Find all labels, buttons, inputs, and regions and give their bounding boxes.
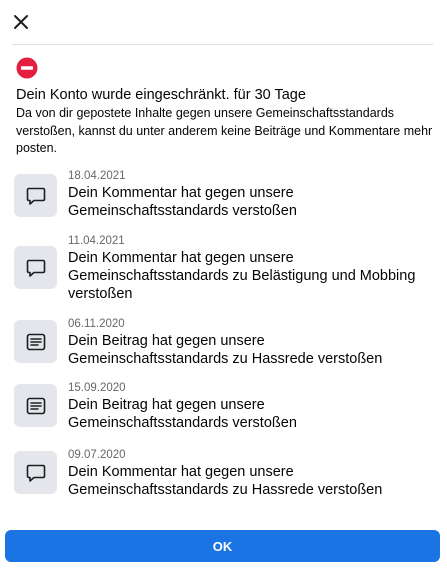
violation-date: 11.04.2021	[68, 235, 125, 247]
restriction-headline: Dein Konto wurde eingeschränkt. für 30 T…	[16, 87, 306, 103]
violation-title: Dein Kommentar hat gegen unsere Gemeinsc…	[68, 185, 297, 219]
header-divider	[12, 44, 433, 45]
violation-date: 06.11.2020	[68, 318, 125, 330]
close-button[interactable]	[9, 10, 33, 34]
violation-title: Dein Kommentar hat gegen unsere Gemeinsc…	[68, 250, 416, 302]
comment-icon	[14, 174, 57, 217]
violation-date: 15.09.2020	[68, 382, 126, 394]
comment-icon	[14, 246, 57, 289]
no-entry-icon	[16, 57, 38, 79]
comment-icon	[14, 451, 57, 494]
post-icon	[14, 384, 57, 427]
post-icon	[14, 320, 57, 363]
restriction-description: Da von dir gepostete Inhalte gegen unser…	[16, 106, 433, 155]
close-icon	[14, 15, 28, 29]
ok-button[interactable]: OK	[5, 530, 440, 562]
violation-title: Dein Beitrag hat gegen unsere Gemeinscha…	[68, 397, 297, 431]
violation-date: 18.04.2021	[68, 170, 126, 182]
violation-title: Dein Beitrag hat gegen unsere Gemeinscha…	[68, 333, 383, 367]
violation-date: 09.07.2020	[68, 449, 126, 461]
violation-title: Dein Kommentar hat gegen unsere Gemeinsc…	[68, 464, 383, 498]
